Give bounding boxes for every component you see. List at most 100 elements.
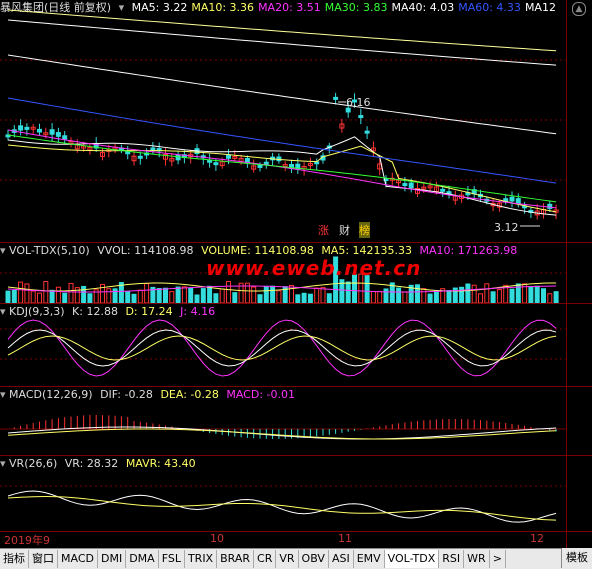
volume-bar xyxy=(81,285,87,303)
candle xyxy=(207,159,213,163)
high-price-label: 6.16 xyxy=(346,96,371,109)
volume-bar xyxy=(528,286,534,303)
vr-line xyxy=(7,490,557,523)
volume-bar xyxy=(446,290,452,303)
candle xyxy=(358,115,364,119)
price-chart xyxy=(0,9,566,227)
volume-bar xyxy=(112,288,118,303)
volume-bar xyxy=(263,285,269,303)
volume-bar xyxy=(484,283,490,303)
volume-bar xyxy=(194,294,200,303)
volume-bar xyxy=(125,291,131,303)
candle xyxy=(547,203,553,209)
tag-cai[interactable]: 财 xyxy=(339,222,350,238)
date-label: 2019年9 xyxy=(4,534,50,547)
candle xyxy=(364,130,370,134)
tab-rsi[interactable]: RSI xyxy=(439,550,465,568)
volume-bar xyxy=(232,292,238,303)
candle xyxy=(509,196,515,202)
date-axis-line xyxy=(0,531,592,532)
tab-指标[interactable]: 指标 xyxy=(0,550,29,568)
kdj-k-line xyxy=(7,329,557,367)
candle xyxy=(515,198,521,204)
volume-bar xyxy=(257,294,263,303)
volume-bar xyxy=(219,288,225,303)
tab-emv[interactable]: EMV xyxy=(354,550,385,568)
volume-bar xyxy=(314,287,320,303)
volume-bar xyxy=(496,289,502,303)
kdj-chart xyxy=(0,319,566,377)
tab-dmi[interactable]: DMI xyxy=(98,550,127,568)
tab-wr[interactable]: WR xyxy=(464,550,490,568)
tab-macd[interactable]: MACD xyxy=(58,550,98,568)
candle xyxy=(263,161,269,165)
volume-bar xyxy=(131,293,137,303)
price-pane[interactable]: 暴风集团(日线 前复权) ▾ MA5: 3.22 MA10: 3.36 MA20: … xyxy=(0,0,592,242)
date-label: 11 xyxy=(338,532,352,545)
volume-bar xyxy=(251,286,257,303)
volume-bar xyxy=(106,288,112,303)
volume-bar xyxy=(295,294,301,303)
indicator-tab-bar: 指标 窗口 MACD DMI DMA FSL TRIX BRAR CR VR OBV ASI EMV VO… xyxy=(0,548,592,569)
vr-pane[interactable]: ▾ VR(26,6) VR: 28.32 MAVR: 43.40 xyxy=(0,456,592,532)
tab-窗口[interactable]: 窗口 xyxy=(29,550,58,568)
candle xyxy=(226,154,231,159)
candle xyxy=(62,135,68,140)
volume-bar xyxy=(478,293,483,303)
volume-bar xyxy=(163,287,168,303)
volume-bar xyxy=(402,291,408,303)
tab-vr[interactable]: VR xyxy=(276,550,299,568)
tab-trix[interactable]: TRIX xyxy=(185,550,218,568)
volume-bar xyxy=(137,289,143,303)
tab-obv[interactable]: OBV xyxy=(299,550,329,568)
template-button[interactable]: 模板 xyxy=(561,548,592,568)
volume-bar xyxy=(175,286,181,303)
candle xyxy=(257,164,263,168)
candle xyxy=(24,126,30,130)
volume-bar xyxy=(320,287,326,303)
volume-bar xyxy=(62,292,68,303)
volume-bar xyxy=(509,288,515,303)
tab-asi[interactable]: ASI xyxy=(329,550,354,568)
volume-bar xyxy=(490,291,496,303)
more-tabs-button[interactable]: > xyxy=(490,550,506,568)
tab-cr[interactable]: CR xyxy=(254,550,277,568)
kdj-pane[interactable]: ▾ KDJ(9,3,3) K: 12.88 D: 17.24 J: 4.16 xyxy=(0,304,592,386)
tag-bang[interactable]: 榜 xyxy=(359,222,370,238)
volume-bar xyxy=(345,281,351,303)
kdj-j-line xyxy=(7,319,557,377)
volume-bar xyxy=(18,281,24,303)
candle xyxy=(213,162,219,166)
tab-dma[interactable]: DMA xyxy=(126,550,159,568)
volume-bar xyxy=(534,285,540,303)
volume-bar xyxy=(427,293,433,303)
candle xyxy=(408,182,414,189)
volume-bar xyxy=(471,284,477,303)
volume-bar xyxy=(270,285,276,303)
volume-bar xyxy=(144,283,150,303)
volume-bar xyxy=(396,287,402,303)
candle xyxy=(55,132,61,137)
candle xyxy=(18,125,24,131)
tag-zhang[interactable]: 涨 xyxy=(318,222,329,238)
tab-vol-tdx[interactable]: VOL-TDX xyxy=(384,550,440,568)
volume-bar xyxy=(421,288,427,303)
vr-chart xyxy=(0,485,566,523)
candle xyxy=(125,151,131,155)
tab-brar[interactable]: BRAR xyxy=(217,550,255,568)
volume-bar xyxy=(55,286,61,303)
volume-bar xyxy=(370,290,376,303)
volume-bar xyxy=(213,293,219,303)
tab-fsl[interactable]: FSL xyxy=(159,550,185,568)
volume-bar xyxy=(43,281,49,303)
volume-bar xyxy=(415,284,420,303)
volume-bar xyxy=(49,289,55,303)
volume-bar xyxy=(326,293,332,303)
right-border xyxy=(566,0,567,548)
ma60-line xyxy=(7,97,557,184)
ma120-line xyxy=(7,19,557,66)
watermark: www.eweb.net.cn xyxy=(206,256,422,280)
volume-bar xyxy=(307,293,313,303)
candle xyxy=(37,128,42,133)
macd-pane[interactable]: ▾ MACD(12,26,9) DIF: -0.28 DEA: -0.28 MA… xyxy=(0,387,592,455)
